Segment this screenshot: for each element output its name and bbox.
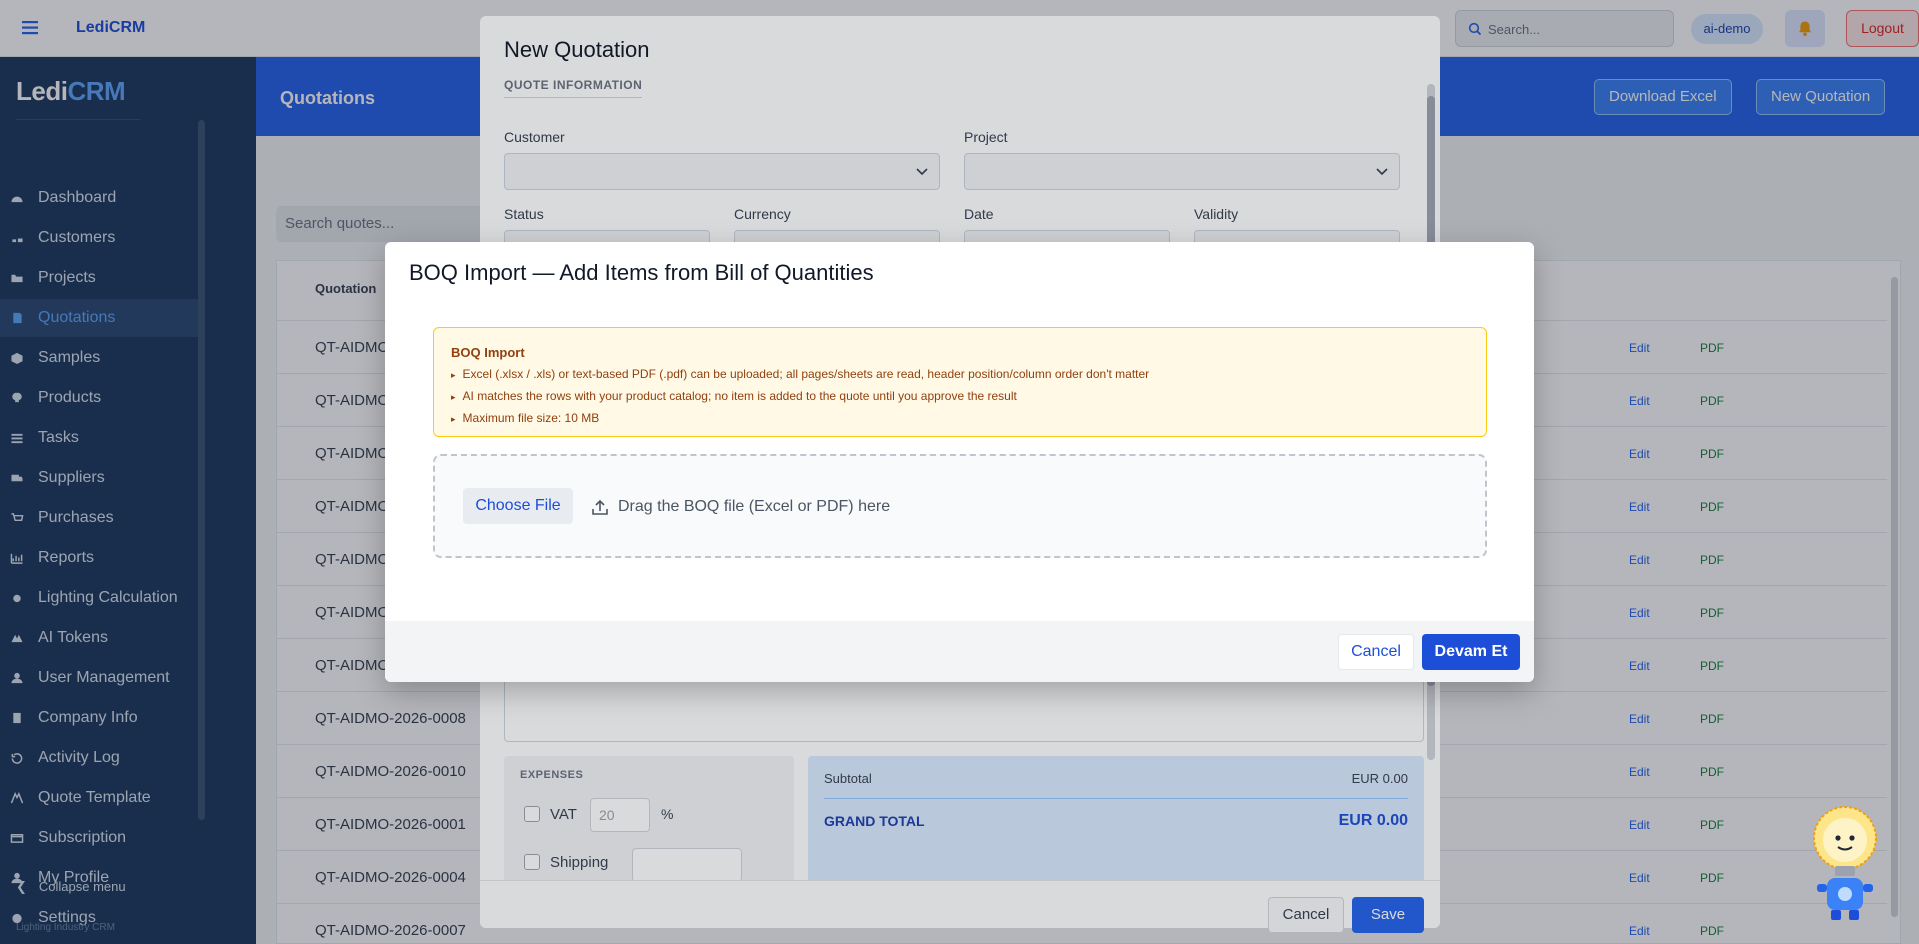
boq-info-title: BOQ Import — [451, 345, 525, 360]
drop-zone-text: Drag the BOQ file (Excel or PDF) here — [618, 498, 891, 515]
choose-file-button[interactable]: Choose File — [463, 488, 573, 524]
boq-info-bullet: ▸ Excel (.xlsx / .xls) or text-based PDF … — [451, 367, 1149, 381]
bullet-triangle-icon: ▸ — [451, 392, 456, 402]
continue-button[interactable]: Devam Et — [1422, 634, 1520, 670]
boq-cancel-button[interactable]: Cancel — [1338, 634, 1414, 670]
bullet-triangle-icon: ▸ — [451, 414, 456, 424]
boq-modal-footer: Cancel Devam Et — [385, 621, 1534, 682]
boq-info-bullet-text: Maximum file size: 10 MB — [462, 411, 600, 425]
boq-info-bullet: ▸ AI matches the rows with your product c… — [451, 389, 1017, 403]
boq-import-modal: BOQ Import — Add Items from Bill of Quan… — [385, 242, 1534, 682]
boq-info-bullet-text: Excel (.xlsx / .xls) or text-based PDF (… — [462, 367, 1150, 381]
boq-modal-title: BOQ Import — Add Items from Bill of Quan… — [409, 260, 874, 285]
boq-info-bullet-text: AI matches the rows with your product ca… — [462, 389, 1017, 403]
file-drop-zone[interactable]: Choose File Drag the BOQ file (Excel or … — [433, 454, 1487, 558]
boq-info-bullet: ▸ Maximum file size: 10 MB — [451, 411, 599, 425]
bullet-triangle-icon: ▸ — [451, 370, 456, 380]
upload-icon — [592, 499, 608, 515]
boq-info-box: BOQ Import ▸ Excel (.xlsx / .xls) or text… — [433, 327, 1487, 437]
assistant-mascot[interactable] — [1805, 804, 1883, 922]
